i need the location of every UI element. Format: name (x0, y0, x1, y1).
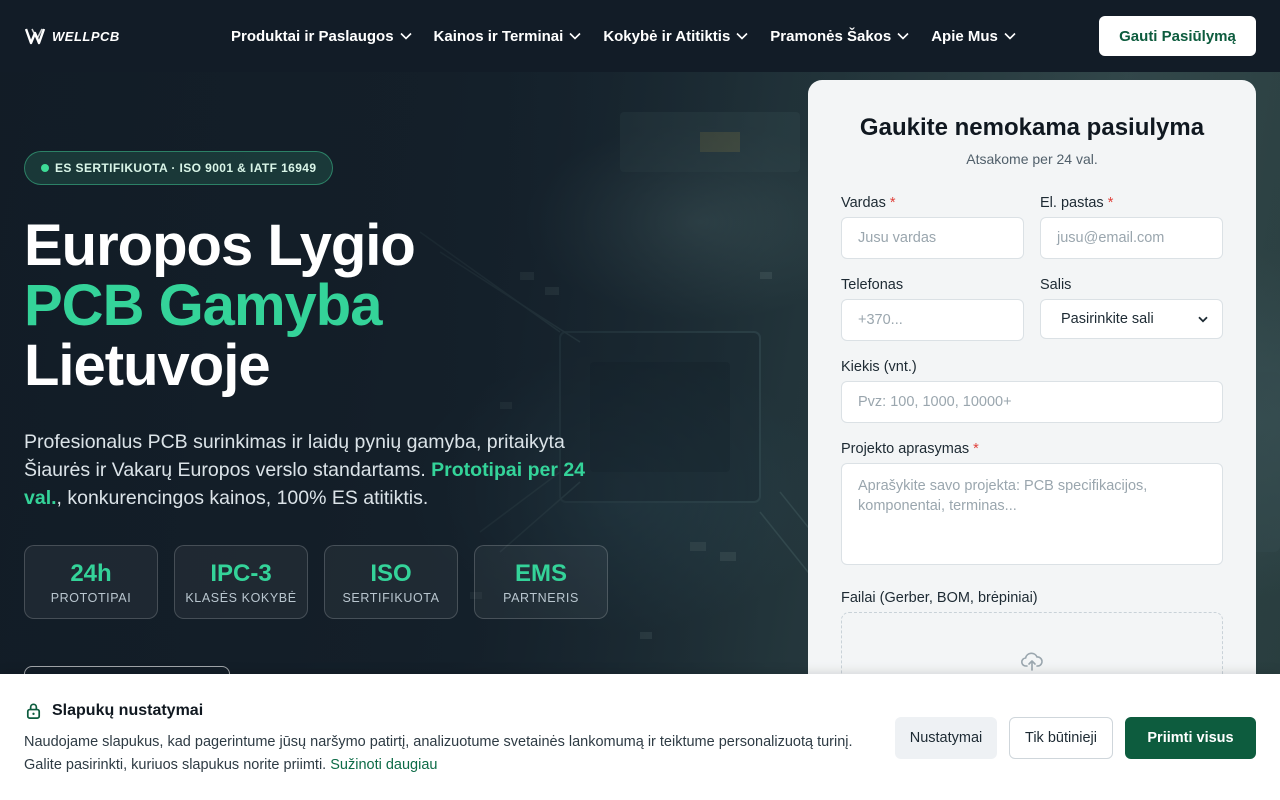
cookie-banner: Slapukų nustatymai Naudojame slapukus, k… (0, 674, 1280, 800)
hero-desc-part2: , konkurencingos kainos, 100% ES atitikt… (56, 487, 429, 509)
quantity-placeholder: Pvz: 100, 1000, 10000+ (858, 394, 1012, 410)
accept-all-button[interactable]: Priimti visus (1125, 717, 1256, 759)
cookie-title: Slapukų nustatymai (52, 701, 204, 719)
stats-row: 24h PROTOTIPAI IPC-3 KLASĖS KOKYBĖ ISO S… (24, 545, 608, 619)
quantity-field[interactable]: Pvz: 100, 1000, 10000+ (841, 381, 1223, 423)
nav-about-label: Apie Mus (931, 27, 998, 45)
hero-title-line2: PCB Gamyba (24, 273, 382, 338)
stat-value: 24h (70, 559, 112, 587)
nav-pricing[interactable]: Kainos ir Terminai (434, 28, 582, 45)
certification-badge: ES SERTIFIKUOTA · ISO 9001 & IATF 16949 (24, 151, 334, 185)
nav-products[interactable]: Produktai ir Paslaugos (231, 28, 412, 45)
name-label-text: Vardas (841, 195, 886, 211)
cookie-text-body: Naudojame slapukus, kad pagerintume jūsų… (24, 734, 853, 773)
logo-text: WELLPCB (52, 28, 120, 44)
phone-label: Telefonas (841, 277, 904, 293)
nav-industries[interactable]: Pramonės Šakos (770, 28, 909, 45)
stat-value: ISO (370, 559, 412, 587)
stat-value: EMS (514, 559, 567, 587)
learn-more-link[interactable]: Sužinoti daugiau (330, 757, 437, 773)
files-label: Failai (Gerber, BOM, brėpiniai) (841, 590, 1038, 606)
site-header: WELLPCB Produktai ir Paslaugos Kainos ir… (0, 0, 1280, 72)
country-select[interactable]: Pasirinkite sali (1040, 299, 1223, 339)
project-description-label: Projekto aprasymas * (841, 441, 979, 457)
stat-label: KLASĖS KOKYBĖ (185, 590, 297, 605)
email-placeholder: jusu@email.com (1057, 230, 1165, 246)
stat-card: EMS PARTNERIS (474, 545, 608, 619)
email-label: El. pastas * (1040, 195, 1113, 211)
hero-title-line1: Europos Lygio (24, 213, 416, 278)
project-description-label-text: Projekto aprasymas (841, 441, 970, 457)
form-title: Gaukite nemokama pasiulyma (859, 114, 1205, 141)
country-label: Salis (1040, 277, 1072, 293)
main-nav: Produktai ir Paslaugos Kainos ir Termina… (231, 0, 1038, 72)
quantity-label: Kiekis (vnt.) (841, 359, 917, 375)
cookie-header: Slapukų nustatymai (24, 701, 203, 720)
get-quote-button[interactable]: Gauti Pasiūlymą (1099, 16, 1256, 56)
project-description-textarea[interactable]: Aprašykite savo projekta: PCB specifikac… (841, 463, 1223, 565)
logo-mark-icon (25, 28, 46, 45)
phone-placeholder: +370... (858, 312, 903, 328)
name-placeholder: Jusu vardas (858, 230, 937, 246)
nav-quality[interactable]: Kokybė ir Atitiktis (603, 28, 748, 45)
email-label-text: El. pastas (1040, 195, 1104, 211)
nav-about[interactable]: Apie Mus (931, 28, 1016, 45)
stat-card: 24h PROTOTIPAI (24, 545, 158, 619)
lock-icon (26, 703, 41, 719)
name-label: Vardas * (841, 195, 896, 211)
wellpcb-logo[interactable]: WELLPCB (25, 27, 120, 45)
stat-value: IPC-3 (210, 559, 272, 587)
stat-label: PARTNERIS (503, 590, 579, 605)
chevron-down-icon (736, 32, 748, 40)
badge-dot-icon (41, 164, 49, 172)
country-select-value: Pasirinkite sali (1061, 311, 1154, 327)
chevron-down-icon (569, 32, 581, 40)
stat-card: IPC-3 KLASĖS KOKYBĖ (174, 545, 308, 619)
badge-text: ES SERTIFIKUOTA · ISO 9001 & IATF 16949 (55, 161, 317, 175)
hero-description: Profesionalus PCB surinkimas ir laidų py… (24, 428, 614, 512)
form-subtitle: Atsakome per 24 val. (966, 151, 1098, 167)
required-mark: * (1107, 195, 1114, 211)
chevron-down-icon (897, 32, 909, 40)
hero-title: Europos Lygio PCB Gamyba Lietuvoje (24, 213, 416, 398)
required-mark: * (973, 441, 979, 457)
cookie-text: Naudojame slapukus, kad pagerintume jūsų… (24, 731, 884, 777)
chevron-down-icon (1004, 32, 1016, 40)
nav-industries-label: Pramonės Šakos (770, 27, 892, 45)
phone-field[interactable]: +370... (841, 299, 1024, 341)
chevron-down-icon (1198, 316, 1208, 322)
nav-products-label: Produktai ir Paslaugos (231, 27, 394, 45)
cookie-settings-button[interactable]: Nustatymai (895, 717, 997, 759)
hero-title-line3: Lietuvoje (24, 333, 271, 398)
chevron-down-icon (399, 32, 412, 40)
name-field[interactable]: Jusu vardas (841, 217, 1024, 259)
necessary-only-button[interactable]: Tik būtinieji (1009, 717, 1113, 759)
required-mark: * (889, 195, 896, 211)
nav-pricing-label: Kainos ir Terminai (433, 27, 564, 45)
project-description-placeholder: Aprašykite savo projekta: PCB specifikac… (858, 478, 1148, 514)
nav-quality-label: Kokybė ir Atitiktis (603, 27, 731, 45)
email-field[interactable]: jusu@email.com (1040, 217, 1223, 259)
stat-label: PROTOTIPAI (50, 590, 132, 605)
stat-label: SERTIFIKUOTA (342, 590, 440, 605)
stat-card: ISO SERTIFIKUOTA (324, 545, 458, 619)
upload-cloud-icon (1021, 652, 1043, 671)
